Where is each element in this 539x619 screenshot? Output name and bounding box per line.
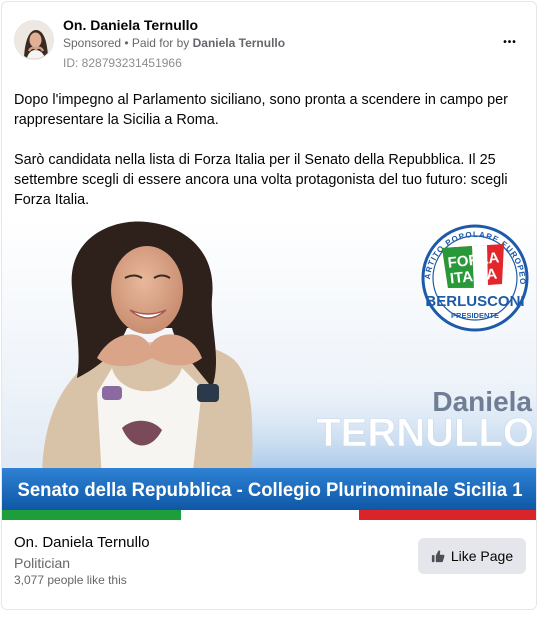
banner-text: Senato della Repubblica - Collegio Pluri… xyxy=(18,480,523,501)
flag-red-stripe xyxy=(359,510,536,520)
meta-separator: • xyxy=(121,36,132,50)
footer-like-count: 3,077 people like this xyxy=(14,573,127,587)
paid-for-by-name: Daniela Ternullo xyxy=(192,36,286,50)
ad-creative-image[interactable]: PARTITO POPOLARE EUROPEO FORZA ITALIA BE… xyxy=(2,218,536,520)
post-paragraph: Dopo l'impegno al Parlamento siciliano, … xyxy=(14,92,508,128)
page-footer: On. Daniela Ternullo Politician 3,077 pe… xyxy=(2,522,536,609)
thumbs-up-icon xyxy=(431,550,445,563)
flag-white-stripe xyxy=(181,510,359,520)
footer-page-name[interactable]: On. Daniela Ternullo xyxy=(14,534,150,551)
logo-leader: BERLUSCONI xyxy=(425,293,524,310)
candidate-last-name: TERNULLO xyxy=(316,411,534,455)
logo-role: PRESIDENTE xyxy=(451,311,499,320)
footer-category: Politician xyxy=(14,555,71,571)
sponsored-label: Sponsored xyxy=(63,36,122,50)
post-body: Dopo l'impegno al Parlamento siciliano, … xyxy=(14,90,514,230)
creative-graphic: PARTITO POPOLARE EUROPEO FORZA ITALIA BE… xyxy=(2,218,536,520)
ad-id: ID: 828793231451966 xyxy=(63,56,182,70)
paid-for-prefix: Paid for by xyxy=(131,36,193,50)
like-page-button[interactable]: Like Page xyxy=(418,538,526,574)
post-header: On. Daniela Ternullo Sponsored • Paid fo… xyxy=(14,14,526,74)
sponsored-line: Sponsored • Paid for by Daniela Ternullo xyxy=(63,36,285,50)
flag-green-stripe xyxy=(2,510,181,520)
avatar-portrait-icon xyxy=(15,21,53,59)
like-page-label: Like Page xyxy=(450,548,514,564)
more-options-icon: ••• xyxy=(503,36,517,48)
avatar[interactable] xyxy=(14,20,54,60)
ad-card: On. Daniela Ternullo Sponsored • Paid fo… xyxy=(1,1,537,610)
page-name-link[interactable]: On. Daniela Ternullo xyxy=(63,17,198,33)
more-options-button[interactable]: ••• xyxy=(494,28,526,56)
post-paragraph: Sarò candidata nella lista di Forza Ital… xyxy=(14,152,508,208)
